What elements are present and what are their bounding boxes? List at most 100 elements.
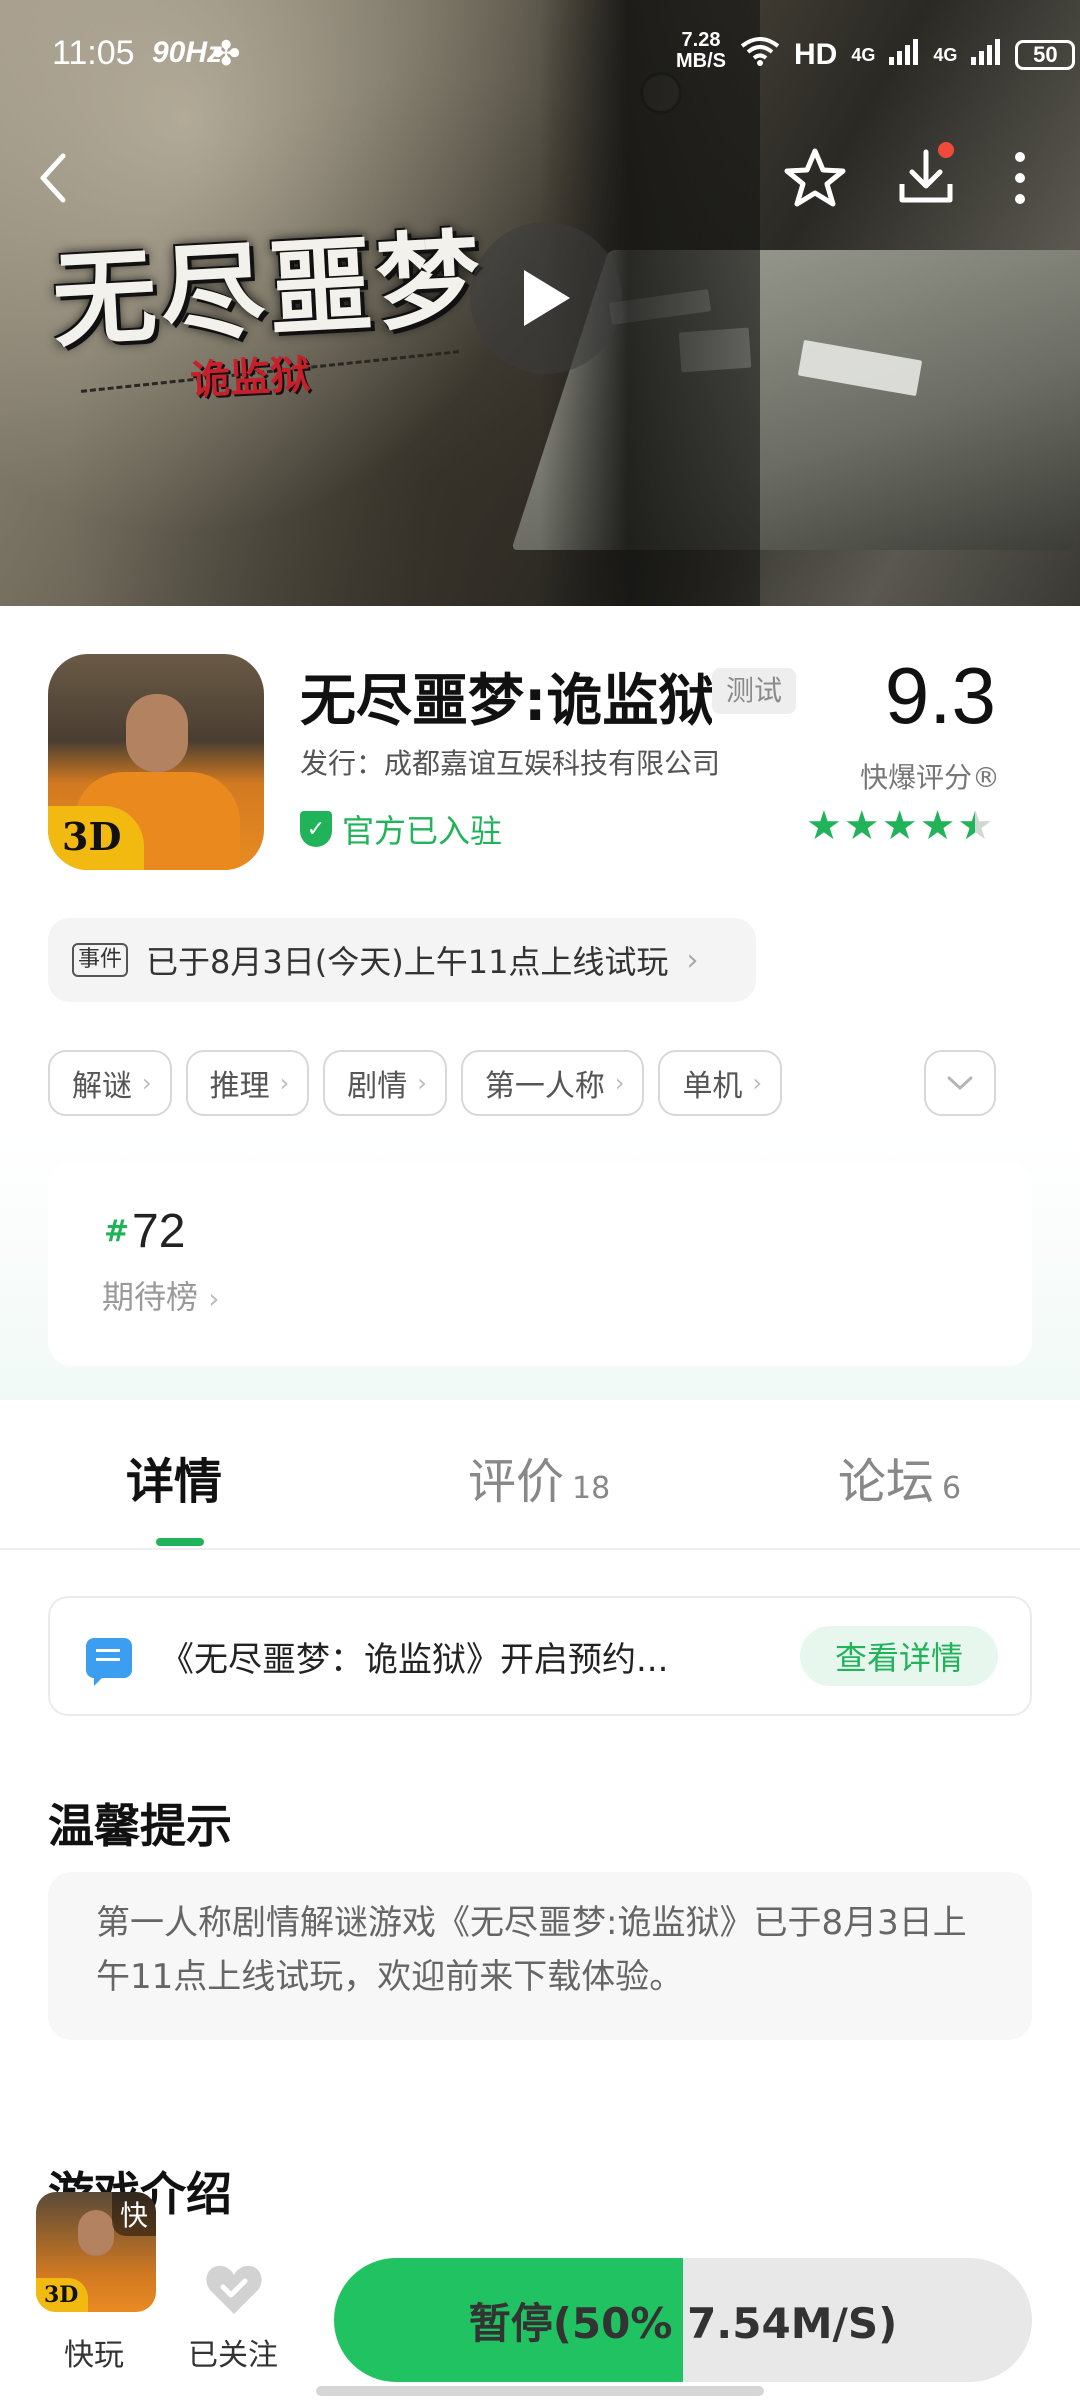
tab-count: 18 — [572, 1471, 611, 1506]
battery-icon: 50 — [1015, 40, 1076, 70]
more-vertical-icon — [1015, 152, 1025, 204]
download-manager-button[interactable] — [888, 136, 964, 216]
chevron-down-icon — [947, 1076, 973, 1090]
tab-count: 6 — [942, 1471, 962, 1506]
chevron-right-icon: › — [142, 1069, 152, 1097]
notification-dot — [938, 142, 954, 158]
chevron-right-icon: › — [752, 1069, 763, 1097]
official-label: 官方已入驻 — [342, 812, 503, 850]
rank-label-text: 期待榜 — [102, 1278, 199, 1316]
star-filled-icon: ★ — [919, 803, 956, 849]
favorite-button[interactable] — [780, 140, 850, 216]
tag-label: 单机 — [682, 1069, 743, 1104]
event-banner[interactable]: 事件 已于8月3日(今天)上午11点上线试玩 › — [48, 918, 756, 1002]
event-text: 已于8月3日(今天)上午11点上线试玩 — [146, 943, 669, 981]
tab-reviews[interactable]: 评价 18 — [468, 1442, 610, 1512]
hero-logo-title: 无尽噩梦 — [49, 216, 488, 363]
net-speed-value: 7.28 — [681, 29, 721, 51]
chevron-right-icon: › — [208, 1282, 220, 1315]
star-filled-icon: ★ — [843, 803, 880, 849]
chevron-right-icon: › — [614, 1069, 625, 1097]
more-button[interactable] — [990, 140, 1050, 216]
tab-label: 详情 — [126, 1454, 223, 1510]
verified-shield-icon: ✓ — [300, 811, 332, 847]
back-button[interactable] — [22, 140, 82, 216]
detail-tabs: 详情 评价 18 论坛 6 — [0, 1400, 1080, 1550]
chevron-right-icon: › — [279, 1069, 290, 1097]
status-icons: HD 4G 4G 50 — [740, 36, 1076, 74]
tag-chip[interactable]: 推理 › — [185, 1050, 310, 1116]
quick-icon-badge: 3D — [36, 2278, 88, 2312]
publisher[interactable]: 发行：成都嘉谊互娱科技有限公司 — [300, 742, 720, 782]
net-speed: 7.28 MB/S — [676, 30, 726, 72]
tab-active-indicator — [156, 1538, 204, 1546]
heart-check-icon — [206, 2265, 262, 2314]
signal-label-1: 4G — [851, 44, 876, 65]
rank-card[interactable] — [48, 1162, 1032, 1366]
signal-icon — [971, 37, 1001, 73]
tag-chip[interactable]: 解谜 › — [48, 1050, 172, 1116]
hero-logo-subtitle: 诡监狱 — [189, 350, 312, 405]
follow-button[interactable] — [204, 2262, 264, 2318]
tag-label: 推理 — [209, 1069, 270, 1104]
play-icon — [524, 270, 570, 326]
signal-icon — [889, 37, 919, 73]
rating-stars: ★★★★★★ — [806, 806, 993, 846]
quick-play-label[interactable]: 快玩 — [64, 2330, 124, 2374]
score-label: 快爆评分® — [859, 761, 1000, 794]
tips-heading: 温馨提示 — [48, 1799, 232, 1853]
tab-forum[interactable]: 论坛 6 — [838, 1442, 961, 1512]
tab-details[interactable]: 详情 — [126, 1442, 222, 1512]
app-title: 无尽噩梦:诡监狱 — [300, 669, 712, 728]
rank-hash: # — [104, 1214, 130, 1249]
rank-number: 72 — [132, 1205, 186, 1258]
tag-chip[interactable]: 单机 › — [658, 1050, 783, 1116]
chevron-right-icon: › — [686, 942, 699, 978]
official-badge[interactable]: ✓ 官方已入驻 — [300, 806, 502, 852]
tag-label: 第一人称 — [484, 1069, 605, 1104]
star-icon — [784, 148, 846, 207]
app-icon: 3D — [48, 654, 264, 870]
tab-label: 评价 — [468, 1454, 565, 1510]
download-progress-text: 暂停(50% 7.54M/S) — [468, 2298, 898, 2348]
tag-label: 解谜 — [72, 1069, 132, 1104]
tab-label: 论坛 — [838, 1454, 935, 1510]
quick-icon-figure — [78, 2210, 114, 2256]
fan-icon: ✤ — [212, 34, 241, 74]
rank-label[interactable]: 期待榜 › — [102, 1272, 219, 1318]
network-type: HD — [794, 38, 838, 71]
event-tag: 事件 — [72, 943, 129, 977]
tag-chip[interactable]: 剧情 › — [323, 1050, 447, 1116]
hero-banner[interactable]: 无尽噩梦 诡监狱 11:05 90Hz ✤ 7.28 MB/S HD 4G 4G… — [0, 0, 1080, 606]
play-video-button[interactable] — [470, 222, 622, 374]
app-icon-badge: 3D — [48, 806, 144, 870]
app-icon-figure-head — [126, 694, 188, 772]
net-speed-unit: MB/S — [676, 50, 726, 72]
star-filled-icon: ★ — [806, 803, 842, 849]
star-half-icon: ★★ — [957, 803, 994, 849]
quick-badge: 快 — [112, 2192, 156, 2236]
tips-body: 第一人称剧情解谜游戏《无尽噩梦:诡监狱》已于8月3日上午11点上线试玩，欢迎前来… — [96, 1903, 967, 1997]
view-details-button[interactable]: 查看详情 — [800, 1626, 998, 1686]
quick-play-button[interactable]: 3D 快 — [36, 2192, 156, 2312]
follow-label[interactable]: 已关注 — [188, 2330, 278, 2374]
tips-box: 第一人称剧情解谜游戏《无尽噩梦:诡监狱》已于8月3日上午11点上线试玩，欢迎前来… — [48, 1872, 1032, 2040]
chevron-right-icon: › — [417, 1069, 427, 1097]
home-indicator[interactable] — [316, 2386, 764, 2396]
status-time: 11:05 — [52, 34, 135, 72]
download-progress-button[interactable]: 暂停(50% 7.54M/S) — [334, 2258, 1032, 2382]
wifi-icon — [740, 36, 780, 74]
notice-card[interactable]: 《无尽噩梦：诡监狱》开启预约... 查看详情 — [48, 1596, 1032, 1716]
test-tag: 测试 — [712, 668, 797, 714]
notice-text: 《无尽噩梦：诡监狱》开启预约... — [160, 1640, 669, 1680]
message-icon — [86, 1638, 132, 1686]
tag-chip[interactable]: 第一人称 › — [460, 1050, 645, 1116]
tag-label: 剧情 — [347, 1069, 408, 1104]
star-filled-icon: ★ — [881, 803, 918, 849]
signal-label-2: 4G — [933, 44, 958, 65]
tags-expand-button[interactable] — [924, 1050, 996, 1116]
status-bar: 11:05 90Hz ✤ 7.28 MB/S HD 4G 4G 50 — [0, 0, 1080, 100]
chevron-left-icon — [40, 153, 66, 203]
tag-list: 解谜 › 推理 › 剧情 › 第一人称 › 单机 › — [48, 1050, 783, 1116]
score-value: 9.3 — [884, 651, 996, 740]
